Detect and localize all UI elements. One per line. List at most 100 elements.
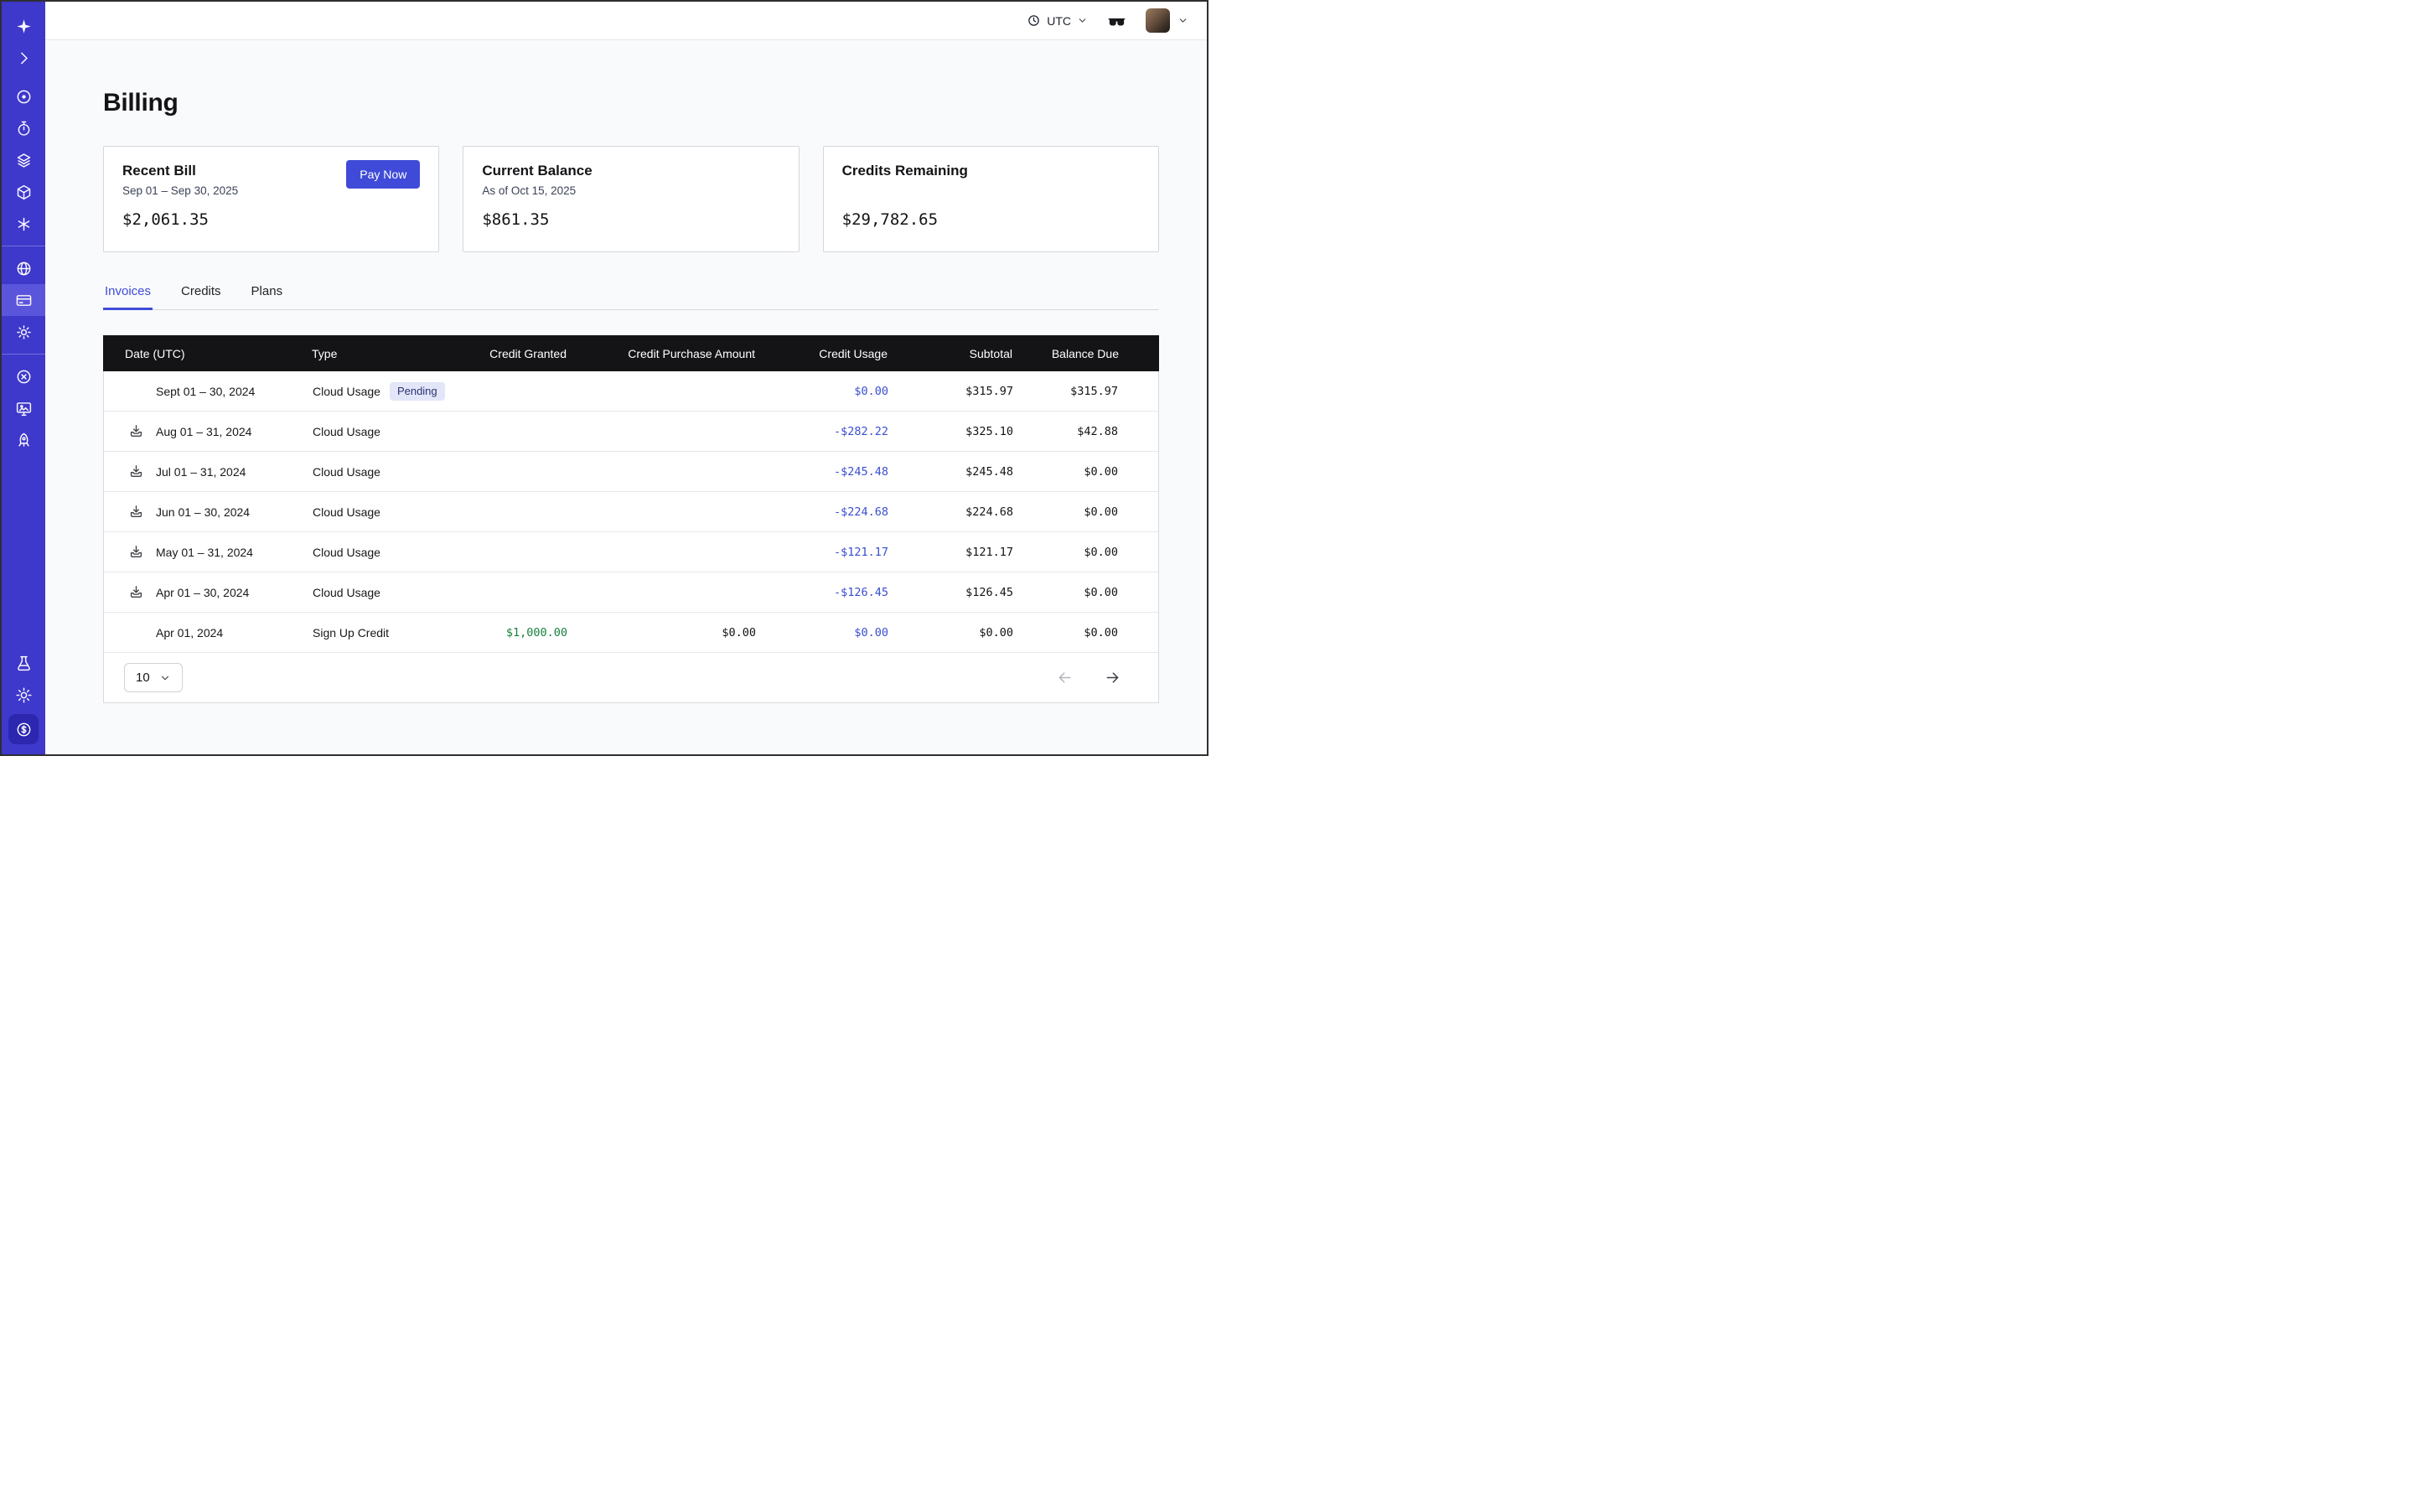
rocket-icon [15, 432, 33, 449]
card-subtitle: As of Oct 15, 2025 [482, 184, 592, 199]
sidebar-divider [2, 354, 45, 355]
card-subtitle [842, 184, 968, 199]
tab-plans[interactable]: Plans [250, 284, 285, 309]
pay-now-button[interactable]: Pay Now [346, 160, 420, 189]
page-size-select[interactable]: 10 [124, 663, 183, 692]
download-icon [128, 463, 144, 479]
table-row: Apr 01, 2024 Sign Up Credit $1,000.00 $0… [104, 613, 1158, 653]
sidebar-item-cube[interactable] [2, 176, 45, 208]
flask-icon [15, 655, 33, 672]
download-slot [126, 383, 146, 400]
credit-usage: -$121.17 [756, 546, 888, 559]
globe-icon [15, 260, 33, 277]
balance-due: $0.00 [1013, 586, 1158, 599]
credits-remaining-card: Credits Remaining $29,782.65 [823, 146, 1159, 252]
sidebar [2, 2, 45, 754]
card-title: Credits Remaining [842, 163, 968, 179]
current-balance-card: Current Balance As of Oct 15, 2025 $861.… [463, 146, 799, 252]
sidebar-item-rocket[interactable] [2, 424, 45, 456]
recent-bill-amount: $2,061.35 [122, 210, 420, 229]
invoice-type: Cloud Usage [313, 586, 380, 599]
subtotal: $121.17 [888, 546, 1013, 559]
asterisk-icon [15, 215, 33, 233]
chevron-right-icon [15, 49, 33, 67]
invoice-date: May 01 – 31, 2024 [156, 546, 253, 559]
tab-invoices[interactable]: Invoices [103, 284, 153, 309]
sidebar-expand-button[interactable] [2, 42, 45, 74]
subtotal: $0.00 [888, 626, 1013, 639]
summary-cards: Recent Bill Sep 01 – Sep 30, 2025 Pay No… [103, 146, 1159, 252]
download-invoice-button[interactable] [126, 423, 146, 440]
table-header: Date (UTC) Type Credit Granted Credit Pu… [103, 335, 1159, 371]
app-logo[interactable] [2, 10, 45, 42]
tab-credits[interactable]: Credits [179, 284, 223, 309]
chevron-down-icon [1177, 15, 1188, 26]
invoice-date: Apr 01, 2024 [156, 626, 223, 639]
subtotal: $315.97 [888, 385, 1013, 398]
card-title: Recent Bill [122, 163, 238, 179]
balance-due: $0.00 [1013, 505, 1158, 519]
column-header: Type [312, 347, 449, 360]
account-menu[interactable] [1146, 8, 1188, 33]
sidebar-item-asterisk[interactable] [2, 208, 45, 240]
sidebar-item-globe[interactable] [2, 252, 45, 284]
invoice-type: Cloud Usage [313, 546, 380, 559]
credits-remaining-amount: $29,782.65 [842, 210, 1140, 229]
credit-granted: $1,000.00 [450, 626, 567, 639]
balance-due: $0.00 [1013, 546, 1158, 559]
dollar-coin-icon [15, 721, 33, 738]
subtotal: $325.10 [888, 425, 1013, 438]
sidebar-item-timer[interactable] [2, 112, 45, 144]
sidebar-item-lab[interactable] [2, 647, 45, 679]
sidebar-item-support[interactable] [2, 360, 45, 392]
sidebar-item-credits[interactable] [8, 714, 39, 744]
credit-usage: -$224.68 [756, 505, 888, 519]
credit-usage: -$282.22 [756, 425, 888, 438]
invoice-type: Cloud Usage [313, 385, 380, 398]
sparkle-logo-icon [15, 18, 33, 35]
previous-page-button[interactable] [1056, 669, 1074, 686]
cube-icon [15, 184, 33, 201]
sidebar-item-settings[interactable] [2, 316, 45, 348]
sidebar-item-billing[interactable] [2, 284, 45, 316]
subtotal: $126.45 [888, 586, 1013, 599]
download-icon [128, 544, 144, 560]
credit-usage: $0.00 [756, 385, 888, 398]
invoice-type: Cloud Usage [313, 465, 380, 479]
topbar: UTC [45, 2, 1207, 40]
credit-purchase-amount: $0.00 [567, 626, 756, 639]
column-header: Credit Usage [755, 347, 888, 360]
reader-mode-button[interactable] [1106, 10, 1127, 31]
download-invoice-button[interactable] [126, 584, 146, 601]
subtotal: $224.68 [888, 505, 1013, 519]
sidebar-item-radar[interactable] [2, 80, 45, 112]
download-invoice-button[interactable] [126, 544, 146, 561]
timezone-selector[interactable]: UTC [1027, 13, 1088, 28]
invoice-date: Apr 01 – 30, 2024 [156, 586, 249, 599]
invoice-type: Sign Up Credit [313, 626, 389, 639]
sun-icon [15, 686, 33, 704]
download-invoice-button[interactable] [126, 463, 146, 480]
card-subtitle: Sep 01 – Sep 30, 2025 [122, 184, 238, 199]
download-icon [128, 423, 144, 439]
chevron-down-icon [1077, 15, 1088, 26]
table-row: May 01 – 31, 2024 Cloud Usage -$121.17 $… [104, 532, 1158, 572]
recent-bill-card: Recent Bill Sep 01 – Sep 30, 2025 Pay No… [103, 146, 439, 252]
sidebar-item-layers[interactable] [2, 144, 45, 176]
timer-icon [15, 120, 33, 137]
sidebar-item-monitor[interactable] [2, 392, 45, 424]
sidebar-item-theme[interactable] [2, 679, 45, 711]
next-page-button[interactable] [1104, 669, 1121, 686]
download-icon [128, 584, 144, 600]
chevron-down-icon [159, 672, 171, 684]
column-header: Credit Granted [449, 347, 567, 360]
invoice-date: Jun 01 – 30, 2024 [156, 505, 250, 519]
download-invoice-button[interactable] [126, 504, 146, 520]
table-row: Aug 01 – 31, 2024 Cloud Usage -$282.22 $… [104, 412, 1158, 452]
current-balance-amount: $861.35 [482, 210, 779, 229]
glasses-icon [1106, 10, 1127, 31]
download-icon [128, 504, 144, 520]
invoice-type: Cloud Usage [313, 505, 380, 519]
clock-icon [1027, 13, 1041, 28]
main-column: UTC Billing Recent Bill Sep 01 – Sep [45, 2, 1207, 754]
